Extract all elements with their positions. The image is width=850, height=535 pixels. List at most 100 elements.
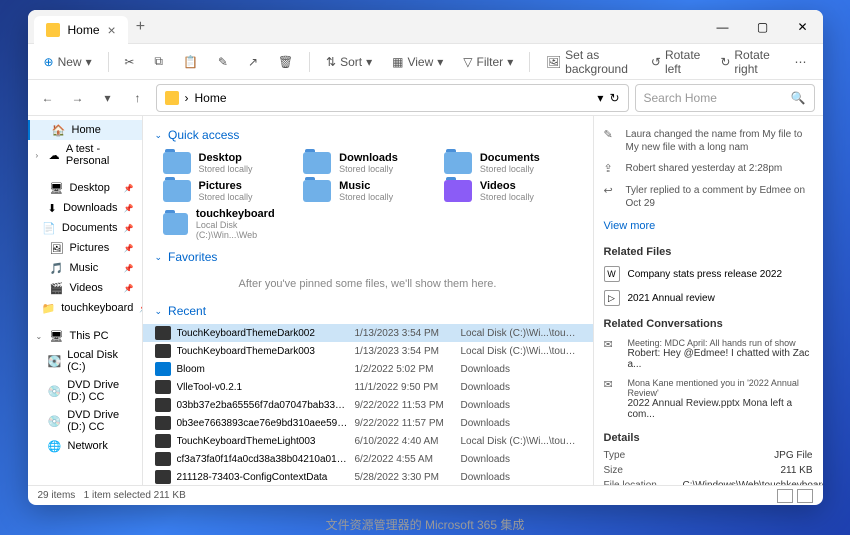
recent-item[interactable]: TouchKeyboardThemeLight003 6/10/2022 4:4… — [143, 432, 593, 450]
search-input[interactable]: Search Home 🔍 — [635, 84, 815, 112]
navbar: ← → ▾ ↑ › Home ▾ ↻ Search Home 🔍 — [28, 80, 823, 116]
related-file[interactable]: WCompany stats press release 2022 — [604, 262, 813, 286]
section-quick-access[interactable]: ⌄Quick access — [143, 124, 593, 146]
quick-access-item[interactable]: DesktopStored locally — [163, 152, 292, 174]
recent-item[interactable]: TouchKeyboardThemeDark002 1/13/2023 3:54… — [143, 324, 593, 342]
folder-icon — [444, 152, 472, 174]
close-tab-icon[interactable]: × — [108, 22, 116, 38]
folder-icon — [303, 152, 331, 174]
file-icon — [155, 380, 171, 394]
recent-item[interactable]: TouchKeyboardThemeDark003 1/13/2023 3:54… — [143, 342, 593, 360]
quick-access-item[interactable]: DownloadsStored locally — [303, 152, 432, 174]
home-icon — [46, 23, 60, 37]
file-icon — [155, 452, 171, 466]
sort-button[interactable]: ⇅ Sort ▾ — [318, 51, 380, 73]
back-button[interactable]: ← — [36, 86, 60, 110]
sidebar-item-home[interactable]: 🏠Home — [28, 120, 142, 140]
sidebar-item-thispc[interactable]: ⌄🖥This PC — [28, 326, 142, 346]
file-icon — [155, 344, 171, 358]
quick-access-item[interactable]: DocumentsStored locally — [444, 152, 573, 174]
sidebar: 🏠Home ›☁A test - Personal 🖥Desktop📌 ⬇Dow… — [28, 116, 143, 485]
sidebar-item-videos[interactable]: 🎬Videos📌 — [28, 278, 142, 298]
rotate-left-button[interactable]: ↺ Rotate left — [643, 44, 708, 80]
recent-item[interactable]: cf3a73fa0f1f4a0cd38a38b04210a016733487f … — [143, 450, 593, 468]
view-more-link[interactable]: View more — [604, 214, 813, 238]
more-button[interactable]: ⋯ — [787, 51, 815, 73]
folder-icon — [163, 213, 188, 235]
set-background-button[interactable]: 🖼 Set as background — [538, 44, 639, 80]
rename-icon: ✎ — [604, 128, 618, 142]
sidebar-item-music[interactable]: 🎵Music📌 — [28, 258, 142, 278]
sidebar-item-localdisk[interactable]: 💽Local Disk (C:) — [28, 346, 142, 376]
folder-icon — [163, 180, 191, 202]
mail-icon: ✉ — [604, 378, 620, 394]
view-button[interactable]: ▦ View ▾ — [384, 51, 451, 73]
grid-view-button[interactable] — [797, 489, 813, 503]
word-icon: W — [604, 266, 620, 282]
share-icon: ⇪ — [604, 162, 618, 176]
sidebar-item-documents[interactable]: 📄Documents📌 — [28, 218, 142, 238]
list-view-button[interactable] — [777, 489, 793, 503]
reply-icon: ↩ — [604, 184, 618, 198]
recent-item[interactable]: Bloom 1/2/2022 5:02 PM Downloads — [143, 360, 593, 378]
paste-button[interactable]: 📋 — [175, 51, 206, 73]
breadcrumb[interactable]: Home — [195, 91, 227, 105]
up-button[interactable]: ↑ — [126, 86, 150, 110]
close-window-button[interactable]: ✕ — [783, 10, 823, 44]
related-conv-header: Related Conversations — [604, 310, 813, 334]
quick-access-item[interactable]: MusicStored locally — [303, 180, 432, 202]
activity-item: ✎Laura changed the name from My file to … — [604, 124, 813, 158]
cut-button[interactable]: ✂ — [116, 51, 142, 73]
quick-access-item[interactable]: VideosStored locally — [444, 180, 573, 202]
toolbar: ⊕New▾ ✂ ⧉ 📋 ✎ ↗ 🗑 ⇅ Sort ▾ ▦ View ▾ ▽ Fi… — [28, 44, 823, 80]
favorites-empty: After you've pinned some files, we'll sh… — [143, 268, 593, 300]
conversation-item[interactable]: ✉Mona Kane mentioned you in '2022 Annual… — [604, 374, 813, 424]
caption: 文件资源管理器的 Microsoft 365 集成 — [0, 516, 850, 533]
file-icon — [155, 398, 171, 412]
refresh-button[interactable]: ↻ — [609, 91, 619, 105]
tab-title: Home — [68, 23, 100, 37]
sidebar-item-downloads[interactable]: ⬇Downloads📌 — [28, 198, 142, 218]
main-content: ⌄Quick access DesktopStored locally Down… — [143, 116, 593, 485]
sidebar-item-atest[interactable]: ›☁A test - Personal — [28, 140, 142, 170]
sidebar-item-desktop[interactable]: 🖥Desktop📌 — [28, 178, 142, 198]
statusbar: 29 items 1 item selected 211 KB — [28, 485, 823, 505]
recent-item[interactable]: VlleTool-v0.2.1 11/1/2022 9:50 PM Downlo… — [143, 378, 593, 396]
minimize-button[interactable]: — — [703, 10, 743, 44]
file-icon — [155, 416, 171, 430]
conversation-item[interactable]: ✉Meeting: MDC April: All hands run of sh… — [604, 334, 813, 374]
tab-home[interactable]: Home × — [34, 16, 128, 44]
section-favorites[interactable]: ⌄Favorites — [143, 246, 593, 268]
home-icon — [165, 91, 179, 105]
related-file[interactable]: ▷2021 Annual review — [604, 286, 813, 310]
sidebar-item-pictures[interactable]: 🖼Pictures📌 — [28, 238, 142, 258]
forward-button[interactable]: → — [66, 86, 90, 110]
sidebar-item-dvd-di2[interactable]: 💿DVD Drive (D:) CC — [28, 406, 142, 436]
rename-button[interactable]: ✎ — [210, 51, 236, 73]
recent-item[interactable]: 0b3ee7663893cae76e9bd310aee59b70d76cc476… — [143, 414, 593, 432]
address-bar[interactable]: › Home ▾ ↻ — [156, 84, 629, 112]
section-recent[interactable]: ⌄Recent — [143, 300, 593, 322]
history-button[interactable]: ▾ — [96, 86, 120, 110]
quick-access-item[interactable]: PicturesStored locally — [163, 180, 292, 202]
file-icon — [155, 362, 171, 376]
recent-item[interactable]: 03bb37e2ba65556f7da07047bab330e3534c00a2… — [143, 396, 593, 414]
new-button[interactable]: ⊕New▾ — [36, 51, 100, 73]
sidebar-item-touchkb[interactable]: 📁touchkeyboard📌 — [28, 298, 142, 318]
search-icon: 🔍 — [791, 91, 806, 105]
recent-item[interactable]: 211128-73403-ConfigContextData 5/28/2022… — [143, 468, 593, 485]
maximize-button[interactable]: ▢ — [743, 10, 783, 44]
quick-access-item[interactable]: touchkeyboardLocal Disk (C:)\Win...\Web — [163, 208, 292, 240]
rotate-right-button[interactable]: ↻ Rotate right — [712, 44, 782, 80]
activity-item: ↩Tyler replied to a comment by Edmee on … — [604, 180, 813, 214]
file-icon — [155, 434, 171, 448]
mail-icon: ✉ — [604, 338, 620, 354]
copy-button[interactable]: ⧉ — [146, 50, 171, 73]
delete-button[interactable]: 🗑 — [270, 51, 301, 73]
folder-icon — [163, 152, 191, 174]
sidebar-item-dvd-di[interactable]: 💿DVD Drive (D:) CC — [28, 376, 142, 406]
new-tab-button[interactable]: + — [128, 14, 153, 40]
share-button[interactable]: ↗ — [240, 51, 266, 73]
sidebar-item-network[interactable]: 🌐Network — [28, 436, 142, 456]
filter-button[interactable]: ▽ Filter ▾ — [455, 51, 521, 73]
